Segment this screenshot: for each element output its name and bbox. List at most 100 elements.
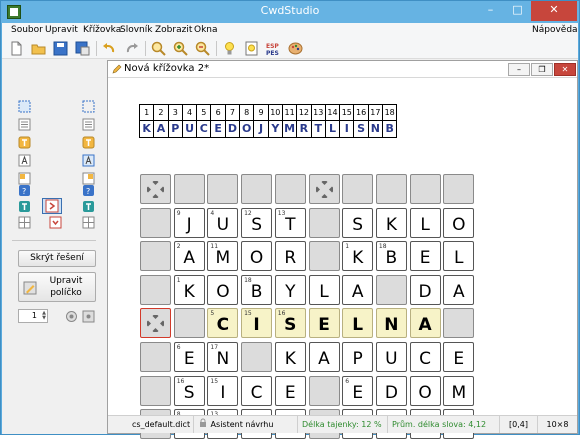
secret-letter-cell[interactable]: E [210, 120, 226, 138]
block-cell[interactable] [274, 174, 306, 204]
block-cell[interactable] [140, 274, 171, 305]
status-assistant[interactable]: Asistent návrhu [194, 416, 298, 433]
letter-cell[interactable]: D [409, 274, 441, 305]
secret-letter-cell[interactable]: A [153, 120, 169, 138]
secret-letter-cell[interactable]: D [224, 120, 241, 138]
secret-letter-cell[interactable]: L [324, 120, 341, 138]
block-cell[interactable] [140, 241, 171, 272]
block-cell[interactable] [375, 174, 407, 204]
lightbulb-icon[interactable] [221, 40, 238, 57]
save-as-icon[interactable] [74, 40, 91, 57]
secret-cell[interactable]: A [409, 308, 441, 339]
letter-cell[interactable]: D [375, 375, 407, 406]
letter-cell[interactable]: L [443, 241, 475, 272]
help-cell-alt-icon[interactable]: ? [82, 184, 95, 197]
idea-icon[interactable] [243, 40, 260, 57]
block-cell[interactable] [140, 174, 171, 204]
secret-cell[interactable]: 5C [207, 308, 239, 339]
grid-small-icon[interactable] [18, 216, 31, 229]
letter-cell[interactable]: K [274, 342, 306, 372]
close-button[interactable]: ✕ [531, 1, 577, 21]
doc-close-button[interactable]: ✕ [554, 63, 576, 76]
arrow-right-tool[interactable] [42, 198, 62, 214]
letter-cell[interactable]: 6E [342, 375, 374, 406]
doc-restore-button[interactable]: ❐ [531, 63, 553, 76]
secret-cell[interactable]: 16 S [274, 308, 306, 339]
block-cell[interactable] [308, 241, 340, 272]
letter-cell[interactable]: 13T [274, 207, 306, 238]
letter-cell[interactable]: L [409, 207, 441, 238]
zoom-out-icon[interactable] [194, 40, 211, 57]
letter-cell[interactable]: 4U [207, 207, 239, 238]
secret-letter-cell[interactable]: O [239, 120, 255, 138]
lines-icon[interactable] [18, 118, 31, 131]
block-cell[interactable] [140, 342, 171, 372]
secret-letter-cell[interactable]: K [139, 120, 155, 138]
block-cell[interactable] [443, 174, 475, 204]
letter-cell[interactable]: L [308, 274, 340, 305]
spinner-action-icon[interactable] [65, 310, 78, 323]
document-title-bar[interactable]: Nová křížovka 2* – ❐ ✕ [108, 61, 577, 78]
block-cell[interactable] [241, 174, 273, 204]
letter-cell[interactable]: 18 B [241, 274, 273, 305]
secret-cell[interactable]: E [308, 308, 340, 339]
secret-letter-cell[interactable]: I [339, 120, 355, 138]
block-cell[interactable] [140, 375, 171, 406]
selected-cell[interactable] [140, 308, 171, 339]
secret-letter-cell[interactable]: S [353, 120, 369, 138]
palette-icon[interactable] [287, 40, 304, 57]
block-cell[interactable] [308, 174, 340, 204]
help-cell-icon[interactable]: ? [18, 184, 31, 197]
doc-minimize-button[interactable]: – [508, 63, 530, 76]
letter-cell[interactable]: 15 I [207, 375, 239, 406]
letter-cell[interactable]: 1K [173, 274, 205, 305]
secret-letter-cell[interactable]: R [296, 120, 312, 138]
letter-cell[interactable]: 9J [173, 207, 205, 238]
letter-cell[interactable]: E [443, 342, 475, 372]
letter-cell[interactable]: 16 S [173, 375, 205, 406]
teal-t-icon[interactable] [18, 200, 31, 213]
secret-letter-cell[interactable]: Y [267, 120, 283, 138]
letter-cell[interactable]: 6E [173, 342, 205, 372]
letter-cell[interactable]: 12 S [241, 207, 273, 238]
secret-letter-cell[interactable]: C [196, 120, 212, 138]
secret-letter-cell[interactable]: B [382, 120, 398, 138]
letter-cell[interactable]: C [241, 375, 273, 406]
edit-cell-button[interactable]: Upravit políčko [18, 272, 96, 302]
block-cell[interactable] [173, 174, 205, 204]
letter-cell[interactable]: Y [274, 274, 306, 305]
block-cell[interactable] [409, 174, 441, 204]
letter-a-icon[interactable] [18, 154, 31, 167]
letter-a-alt-icon[interactable] [82, 154, 95, 167]
select-frame-icon[interactable] [18, 100, 31, 113]
letter-cell[interactable]: 11 M [207, 241, 239, 272]
letter-cell[interactable]: O [443, 207, 475, 238]
secret-letter-cell[interactable]: P [167, 120, 183, 138]
letter-cell[interactable]: A [342, 274, 374, 305]
letter-cell[interactable]: M [443, 375, 475, 406]
menu-slovnik[interactable]: Slovník [117, 24, 155, 36]
block-cell[interactable] [342, 174, 374, 204]
letter-cell[interactable]: 1K [342, 241, 374, 272]
cell-spinner[interactable]: 1 ▲ ▼ [18, 309, 48, 323]
redo-icon[interactable] [123, 40, 140, 57]
open-folder-icon[interactable] [30, 40, 47, 57]
crossword-canvas[interactable]: 1 2 3 4 5 6 7 8 9 10 11 12 13 14 15 16 17 18 KAPUCEDOJYMR… [108, 78, 577, 440]
teal-t-alt-icon[interactable] [82, 200, 95, 213]
block-cell[interactable] [443, 308, 475, 339]
letter-cell[interactable]: S [342, 207, 374, 238]
secret-cell[interactable]: L [342, 308, 374, 339]
text-t-alt-icon[interactable] [82, 136, 95, 149]
spinner-arrows[interactable]: ▲ ▼ [39, 311, 46, 321]
zoom-in-icon[interactable] [172, 40, 189, 57]
secret-letter-cell[interactable]: T [310, 120, 326, 138]
zoom-icon[interactable] [150, 40, 167, 57]
lines-alt-icon[interactable] [82, 118, 95, 131]
letter-cell[interactable]: E [274, 375, 306, 406]
menu-zobrazit[interactable]: Zobrazit [152, 24, 195, 36]
secret-letter-cell[interactable]: J [253, 120, 269, 138]
secret-letter-cell[interactable]: M [281, 120, 298, 138]
secret-cell[interactable]: 15 I [241, 308, 273, 339]
block-cell[interactable] [308, 207, 340, 238]
minimize-button[interactable]: – [477, 1, 504, 21]
